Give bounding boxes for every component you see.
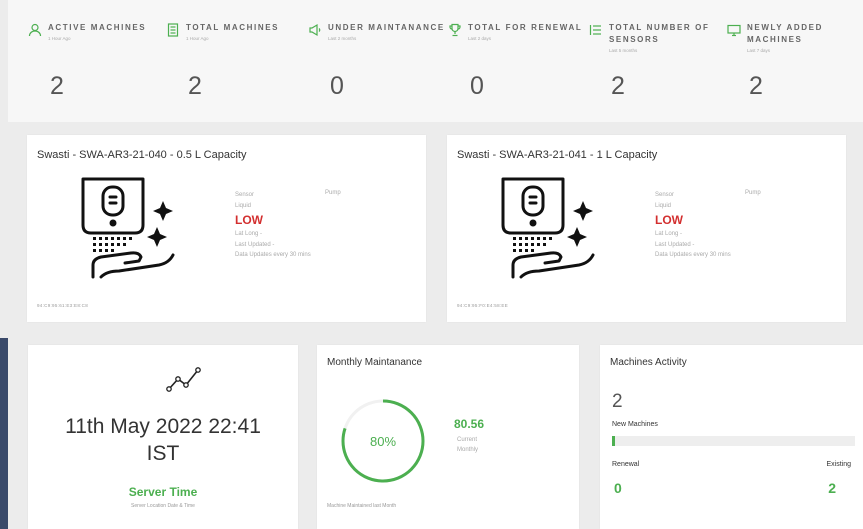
stat-total-for-renewal: TOTAL FOR RENEWAL Last 2 days <box>448 22 588 41</box>
machine-title: Swasti - SWA-AR3-21-041 - 1 L Capacity <box>457 149 658 161</box>
megaphone-icon <box>308 23 322 37</box>
latlong-label: Lat Long - <box>655 231 683 237</box>
sensor-label: Sensor <box>655 192 675 198</box>
stat-title: TOTAL MACHINES <box>186 23 280 32</box>
renewal-label: Renewal <box>612 461 640 468</box>
stat-total-sensors: TOTAL NUMBER OF SENSORS Last 5 months <box>589 22 739 53</box>
mac-address: 94:C9:95:61:E3:E8:C8 <box>37 303 89 308</box>
server-date-time: 11th May 2022 22:41 <box>65 415 261 438</box>
stat-value: 0 <box>330 72 344 100</box>
stat-value: 2 <box>50 72 64 100</box>
stat-subtitle: Last 7 days <box>747 48 771 53</box>
mac-address: 94:C9:95:F0:E4:58:EE <box>457 303 509 308</box>
update-note: Data Updates every 30 mins <box>655 252 731 258</box>
existing-value: 2 <box>828 480 836 496</box>
latlong-label: Lat Long - <box>235 231 263 237</box>
stat-subtitle: Last 2 months <box>328 36 357 41</box>
machine-card[interactable]: Swasti - SWA-AR3-21-040 - 0.5 L Capacity… <box>27 135 426 322</box>
maintanance-subtitle: Current Monthly <box>457 435 478 455</box>
sidebar-edge <box>0 338 8 529</box>
card-title: Monthly Maintanance <box>327 357 423 368</box>
stats-bar: ACTIVE MACHINES 1 Hour Ago 2 TOTAL MACHI… <box>8 0 863 122</box>
machine-info: Sensor Liquid LOW Lat Long - Last Update… <box>655 190 731 261</box>
stat-title: TOTAL NUMBER OF SENSORS <box>609 23 710 44</box>
pump-label: Pump <box>325 190 341 196</box>
list-icon <box>589 23 603 37</box>
stat-subtitle: 1 Hour Ago <box>48 36 71 41</box>
renewal-value: 0 <box>614 480 622 496</box>
stat-value: 2 <box>611 72 625 100</box>
hand-sanitizer-icon <box>501 177 595 279</box>
stat-total-machines: TOTAL MACHINES 1 Hour Ago <box>166 22 306 41</box>
server-timezone: IST <box>146 442 180 465</box>
machines-activity-card: Machines Activity 2 New Machines Renewal… <box>600 345 863 529</box>
stat-title: UNDER MAINTANANCE <box>328 23 445 32</box>
maintanance-value: 80.56 <box>454 417 485 431</box>
stat-value: 2 <box>749 72 763 100</box>
activity-count: 2 <box>612 391 623 412</box>
existing-label: Existing <box>826 461 851 468</box>
new-machines-label: New Machines <box>612 421 658 428</box>
machine-card[interactable]: Swasti - SWA-AR3-21-041 - 1 L Capacity S… <box>447 135 846 322</box>
stat-subtitle: 1 Hour Ago <box>186 36 209 41</box>
server-time-subtitle: Server Location Date & Time <box>131 503 195 509</box>
liquid-level-status: LOW <box>235 213 263 227</box>
last-updated-label: Last Updated - <box>235 241 275 248</box>
stat-value: 0 <box>470 72 484 100</box>
new-machines-progress-fill <box>612 436 615 446</box>
stat-title: TOTAL FOR RENEWAL <box>468 23 583 32</box>
stat-newly-added-machines: NEWLY ADDED MACHINES Last 7 days <box>727 22 857 53</box>
maintanance-percent: 80% <box>369 433 397 449</box>
server-time-label: Server Time <box>128 485 198 499</box>
monitor-icon <box>727 23 741 37</box>
server-time-card: 11th May 2022 22:41 IST Server Time Serv… <box>28 345 298 529</box>
stat-subtitle: Last 5 months <box>609 48 638 53</box>
document-icon <box>166 23 180 37</box>
machine-title: Swasti - SWA-AR3-21-040 - 0.5 L Capacity <box>37 149 247 161</box>
update-note: Data Updates every 30 mins <box>235 252 311 258</box>
stat-value: 2 <box>188 72 202 100</box>
monthly-maintanance-card: Monthly Maintanance 80% 80.56 Current Mo… <box>317 345 579 529</box>
sensor-label: Sensor <box>235 192 255 198</box>
maintanance-sub-monthly: Monthly <box>457 447 479 453</box>
stat-title: NEWLY ADDED MACHINES <box>747 23 823 44</box>
trend-line-icon <box>166 367 201 392</box>
stat-subtitle: Last 2 days <box>468 36 492 41</box>
stat-active-machines: ACTIVE MACHINES 1 Hour Ago <box>28 22 168 41</box>
maintanance-footer: Machine Maintained last Month <box>327 503 397 509</box>
trophy-icon <box>448 23 462 37</box>
stat-title: ACTIVE MACHINES <box>48 23 147 32</box>
pump-label: Pump <box>745 190 761 196</box>
liquid-label: Liquid <box>655 202 672 209</box>
card-title: Machines Activity <box>610 357 687 368</box>
liquid-label: Liquid <box>235 202 252 209</box>
hand-sanitizer-icon <box>81 177 175 279</box>
last-updated-label: Last Updated - <box>655 241 695 248</box>
person-icon <box>28 23 42 37</box>
new-machines-progress <box>612 436 855 446</box>
liquid-level-status: LOW <box>655 213 683 227</box>
maintanance-sub-current: Current <box>457 437 478 443</box>
server-datetime: 11th May 2022 22:41 IST <box>28 413 298 467</box>
machine-info: Sensor Liquid LOW Lat Long - Last Update… <box>235 190 311 261</box>
stat-under-maintanance: UNDER MAINTANANCE Last 2 months <box>308 22 448 41</box>
